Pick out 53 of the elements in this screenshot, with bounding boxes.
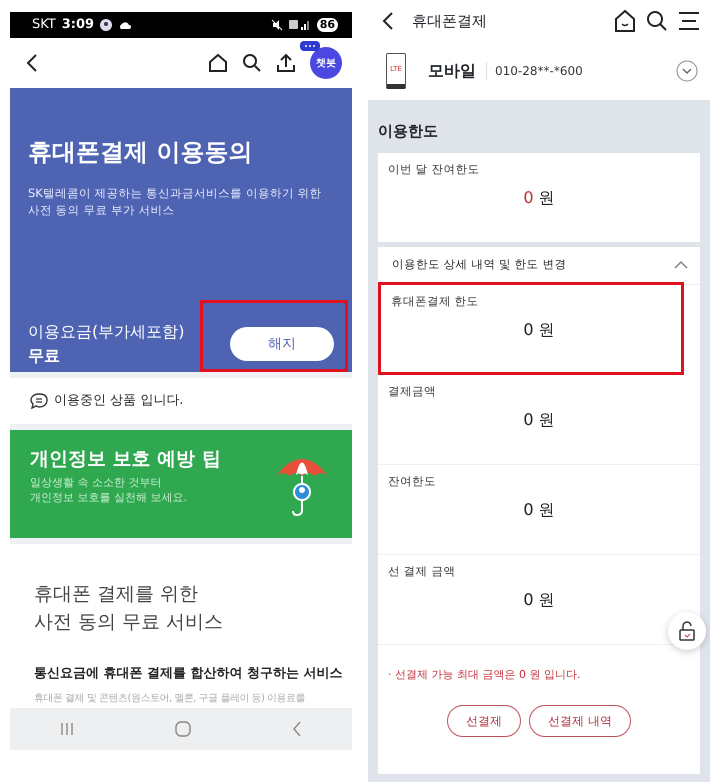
chevron-down-icon[interactable] <box>676 60 698 82</box>
cloud-icon <box>118 20 132 30</box>
unlock-icon <box>679 621 695 641</box>
mute-icon <box>270 19 283 31</box>
share-icon[interactable] <box>276 53 296 73</box>
back-icon[interactable] <box>382 11 394 31</box>
fee-label: 이용요금(부가세포함) <box>28 321 184 343</box>
limit-amount: 0 원 <box>522 588 556 611</box>
fee-value: 무료 <box>28 345 61 367</box>
speech-bubble-icon <box>30 393 48 409</box>
limit-label: 이번 달 잔여한도 <box>387 160 480 178</box>
menu-icon[interactable] <box>678 11 700 31</box>
page-title: 휴대폰결제 <box>412 10 488 32</box>
back-icon[interactable] <box>26 53 38 73</box>
banner-text: 개인정보 보호를 실천해 보세요. <box>30 490 188 505</box>
notice-text: · 선결제 가능 최대 금액은 0 원 입니다. <box>387 666 582 682</box>
search-icon[interactable] <box>242 53 262 73</box>
limit-label: 선 결제 금액 <box>387 562 456 580</box>
limit-label: 결제금액 <box>387 382 437 400</box>
section-text: 휴대폰 결제 및 콘텐츠(원스토어, 멜론, 구글 플레이 등) 이용료를 <box>34 692 306 706</box>
accordion-title: 이용한도 상세 내역 및 한도 변경 <box>392 256 566 274</box>
limit-amount: 0 원 <box>522 186 556 209</box>
section-heading: 사전 동의 무료 서비스 <box>34 610 224 635</box>
phone-number: 010-28**-*600 <box>486 62 666 80</box>
chat-bubble-icon <box>300 41 320 51</box>
home-icon[interactable] <box>208 53 228 73</box>
banner-text: 일상생활 속 소소한 것부터 <box>30 474 162 490</box>
search-icon[interactable] <box>646 10 668 32</box>
outline-button[interactable]: 선결제 내역 <box>529 705 631 737</box>
banner-title: 개인정보 보호 예방 팁 <box>30 448 221 471</box>
signal-icon <box>288 19 311 31</box>
battery-level: 86 <box>316 18 338 32</box>
limit-amount: 0 원 <box>522 408 556 431</box>
clock-time: 3:09 <box>62 16 94 34</box>
limit-label: 잔여한도 <box>387 472 437 490</box>
limit-label: 휴대폰결제 한도 <box>390 292 480 310</box>
recent-apps-icon[interactable] <box>60 722 74 736</box>
hero-description: SK텔레콤이 제공하는 통신과금서비스를 이용하기 위한 사전 동의 무료 부가 서비스 <box>28 184 322 219</box>
notice-text: 이용중인 상품 입니다. <box>54 392 184 410</box>
limit-amount: 0 원 <box>522 318 556 341</box>
home-button-icon[interactable] <box>174 721 191 737</box>
accordion-header[interactable]: 이용한도 상세 내역 및 한도 변경 <box>378 246 700 284</box>
home-icon[interactable] <box>614 9 636 33</box>
outline-button[interactable]: 선결제 <box>447 705 522 737</box>
limit-amount: 0 원 <box>522 498 556 521</box>
section-heading: 휴대폰 결제를 위한 <box>34 582 200 607</box>
line-type: 모바일 <box>428 60 476 82</box>
section-title: 이용한도 <box>378 121 439 142</box>
hero-title: 휴대폰결제 이용동의 <box>28 138 254 167</box>
chatbot-button[interactable]: 챗봇 <box>310 47 342 79</box>
account-icon <box>100 19 112 31</box>
carrier-name: SKT <box>32 16 56 34</box>
cancel-button[interactable]: 해지 <box>230 327 334 361</box>
